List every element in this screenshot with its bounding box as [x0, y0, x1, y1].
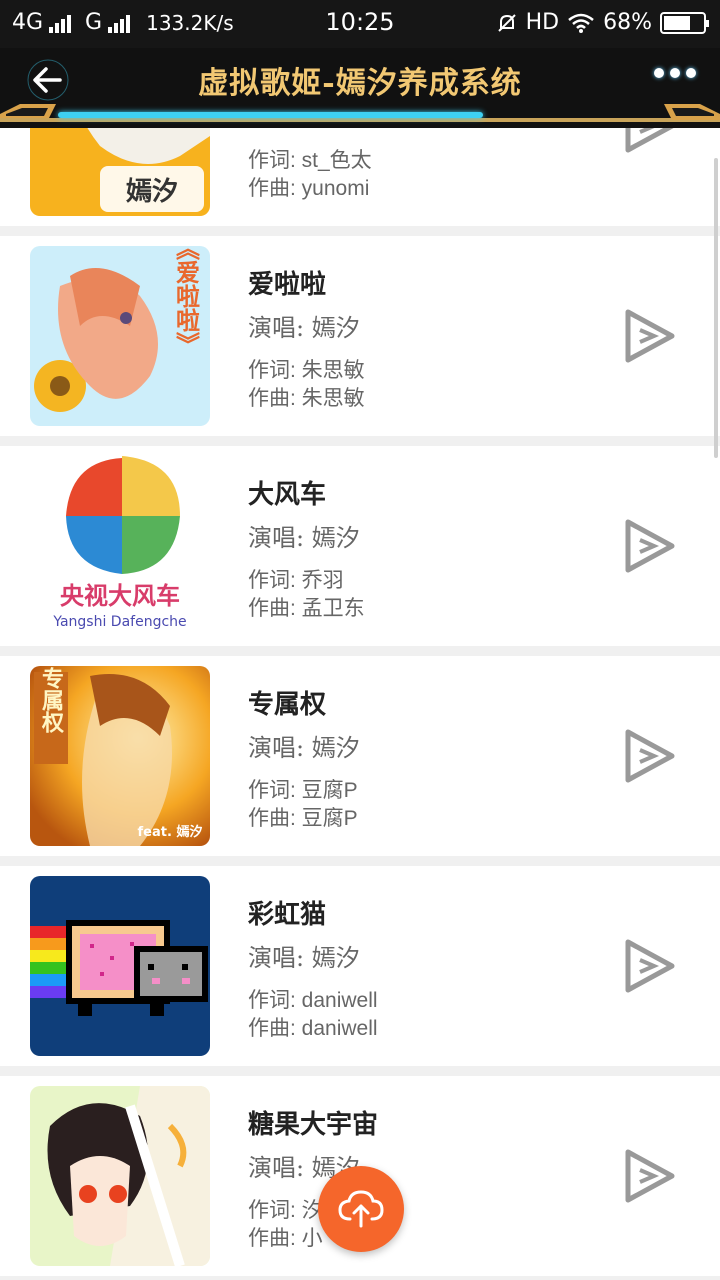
- battery-percent: 68%: [603, 10, 652, 35]
- song-title: 爱啦啦: [248, 270, 327, 300]
- hd-badge: HD: [525, 10, 560, 35]
- header-progress-bar: [58, 112, 483, 118]
- singer: 演唱: 嫣汐: [248, 734, 360, 762]
- song-card[interactable]: 《爱啦啦》 爱啦啦 演唱: 嫣汐 作词: 朱思敏 作曲: 朱思敏: [0, 236, 720, 436]
- album-cover[interactable]: 《爱啦啦》: [30, 246, 210, 426]
- composer: 作曲: 朱思敏: [248, 387, 365, 410]
- album-cover[interactable]: [30, 876, 210, 1056]
- app-header: 虚拟歌姬-嫣汐养成系统: [0, 48, 720, 128]
- singer: 演唱: 嫣汐: [248, 944, 360, 972]
- status-right: HD 68%: [496, 10, 709, 35]
- song-title: 糖果大宇宙: [248, 1110, 379, 1140]
- album-cover[interactable]: [30, 1086, 210, 1266]
- song-list[interactable]: 嫣汐 作词: st_色太 作曲: yunomi 《爱啦啦》 爱啦啦 演唱: 嫣汐…: [0, 128, 720, 1280]
- lyricist: 作词: st_色太: [248, 149, 372, 172]
- cover-subtext: feat. 嫣汐: [138, 824, 203, 840]
- album-cover[interactable]: 央视大风车 Yangshi Dafengche: [30, 456, 210, 636]
- page-title: 虚拟歌姬-嫣汐养成系统: [198, 66, 522, 101]
- play-triangle-icon[interactable]: [622, 936, 678, 996]
- scrollbar[interactable]: [714, 158, 718, 458]
- song-card[interactable]: 嫣汐 作词: st_色太 作曲: yunomi: [0, 128, 720, 226]
- play-triangle-icon[interactable]: [622, 516, 678, 576]
- cover-text: 央视大风车: [60, 581, 180, 610]
- lyricist: 作词: 汐: [248, 1199, 323, 1222]
- cover-subtext: Yangshi Dafengche: [52, 614, 186, 630]
- album-cover[interactable]: 专属权 feat. 嫣汐: [30, 666, 210, 846]
- song-title: 彩虹猫: [248, 900, 327, 930]
- song-title: 大风车: [248, 480, 327, 510]
- cover-text: 《爱啦啦》: [172, 246, 201, 356]
- header-decoration-right: [664, 104, 720, 120]
- album-cover[interactable]: 嫣汐: [30, 128, 210, 216]
- cover-text: 专属权: [38, 666, 65, 734]
- header-decoration-left: [0, 104, 56, 120]
- composer: 作曲: daniwell: [248, 1017, 378, 1040]
- song-title: 专属权: [248, 690, 327, 720]
- play-triangle-icon[interactable]: [622, 1146, 678, 1206]
- cover-text: 嫣汐: [126, 176, 178, 207]
- mute-bell-icon: [497, 13, 516, 32]
- composer: 作曲: 小: [248, 1227, 323, 1250]
- cloud-upload-icon: [338, 1190, 384, 1228]
- composer: 作曲: 豆腐P: [248, 807, 358, 830]
- lyricist: 作词: 朱思敏: [248, 359, 365, 382]
- status-bar: 4G G 133.2K/s 10:25 HD 68%: [0, 0, 720, 48]
- song-card[interactable]: 专属权 feat. 嫣汐 专属权 演唱: 嫣汐 作词: 豆腐P 作曲: 豆腐P: [0, 656, 720, 856]
- wifi-icon: [568, 13, 594, 33]
- play-triangle-icon[interactable]: [622, 128, 678, 156]
- singer: 演唱: 嫣汐: [248, 314, 360, 342]
- battery-icon: [660, 11, 709, 34]
- lyricist: 作词: 乔羽: [248, 569, 344, 592]
- song-card[interactable]: 彩虹猫 演唱: 嫣汐 作词: daniwell 作曲: daniwell: [0, 866, 720, 1066]
- lyricist: 作词: daniwell: [248, 989, 378, 1012]
- lyricist: 作词: 豆腐P: [248, 779, 358, 802]
- more-dots-icon[interactable]: [654, 68, 696, 78]
- singer: 演唱: 嫣汐: [248, 524, 360, 552]
- composer: 作曲: 孟卫东: [248, 597, 365, 620]
- play-triangle-icon[interactable]: [622, 726, 678, 786]
- upload-button[interactable]: [318, 1166, 404, 1252]
- song-card[interactable]: 央视大风车 Yangshi Dafengche 大风车 演唱: 嫣汐 作词: 乔…: [0, 446, 720, 646]
- header-gold-line: [0, 118, 720, 122]
- play-triangle-icon[interactable]: [622, 306, 678, 366]
- composer: 作曲: yunomi: [248, 177, 370, 200]
- battery-level: [664, 15, 690, 30]
